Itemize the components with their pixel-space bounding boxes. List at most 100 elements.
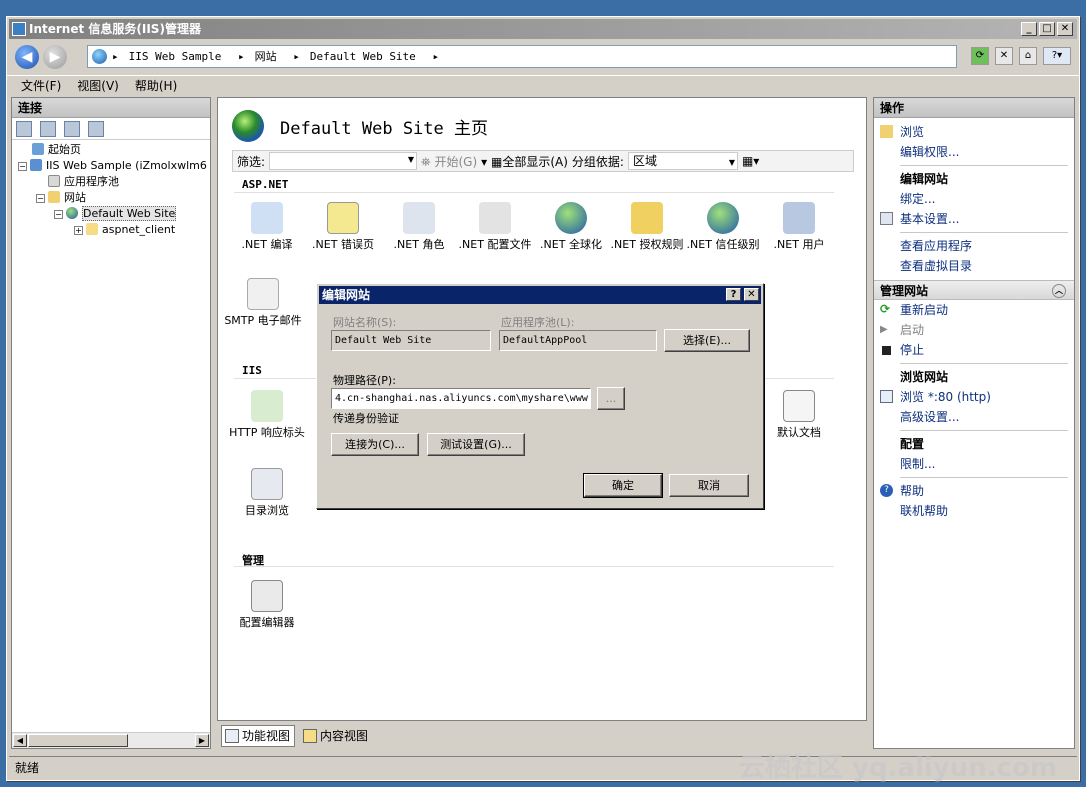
dialog-close-button[interactable]: ✕ — [744, 288, 759, 301]
filter-input[interactable]: ▼ — [269, 152, 418, 170]
action-restart[interactable]: ⟳ 重新启动 — [874, 300, 1074, 320]
browse-path-button[interactable]: ... — [597, 387, 625, 410]
folder-icon — [86, 223, 98, 235]
help-dropdown-icon[interactable]: ?▾ — [1043, 47, 1071, 65]
collapse-icon[interactable]: − — [36, 194, 45, 203]
forward-button[interactable]: ▶ — [43, 45, 67, 69]
expand-icon[interactable]: + — [74, 226, 83, 235]
menu-help[interactable]: 帮助(H) — [135, 76, 177, 97]
groupby-select[interactable]: 区域 ▼ — [627, 152, 738, 170]
scroll-left-icon[interactable]: ◀ — [13, 734, 27, 747]
feature-net-profile[interactable]: .NET 配置文件 — [456, 202, 534, 251]
address-bar[interactable]: ▸ IIS Web Sample ▸ 网站 ▸ Default Web Site ▸ — [87, 45, 957, 68]
browse-site-heading: 浏览网站 — [900, 370, 949, 384]
action-online-help[interactable]: 联机帮助 — [874, 501, 1074, 521]
app-pool-field: DefaultAppPool — [499, 330, 657, 351]
directory-browse-icon — [251, 468, 283, 500]
menu-file[interactable]: 文件(F) — [21, 76, 61, 97]
action-help[interactable]: ? 帮助 — [874, 481, 1074, 501]
tab-features-view[interactable]: 功能视图 — [221, 725, 296, 747]
tree-node-server[interactable]: − IIS Web Sample (iZmolxwlm6 — [12, 158, 210, 174]
refresh-icon[interactable]: ⟳ — [971, 47, 989, 65]
action-bindings[interactable]: 绑定... — [874, 189, 1074, 209]
tree-label: aspnet_client — [102, 223, 176, 236]
delete-connection-icon[interactable] — [88, 120, 104, 137]
menu-view[interactable]: 视图(V) — [77, 76, 119, 97]
tree-node-sites[interactable]: − 网站 — [12, 190, 210, 206]
maximize-button[interactable]: □ — [1039, 22, 1055, 36]
breadcrumb-site[interactable]: Default Web Site — [310, 50, 416, 63]
feature-net-authorization[interactable]: .NET 授权规则 — [608, 202, 686, 251]
breadcrumb-sites[interactable]: 网站 — [255, 50, 277, 63]
collapse-icon[interactable]: − — [54, 210, 63, 219]
iis-app-icon — [12, 22, 26, 36]
go-button[interactable]: ⛯ 开始(G) — [421, 153, 477, 170]
view-mode-icon[interactable]: ▦▾ — [742, 154, 759, 168]
tree-node-apppools[interactable]: 应用程序池 — [12, 174, 210, 190]
select-app-pool-button[interactable]: 选择(E)... — [664, 329, 750, 352]
tree-node-default-site[interactable]: − Default Web Site — [12, 206, 210, 222]
tree-label: IIS Web Sample (iZmolxwlm6 — [46, 159, 207, 172]
feature-net-error-pages[interactable]: .NET 错误页 — [304, 202, 382, 251]
physical-path-label: 物理路径(P): — [333, 374, 396, 387]
breadcrumb-server[interactable]: IIS Web Sample — [129, 50, 222, 63]
feature-net-users[interactable]: .NET 用户 — [760, 202, 838, 251]
action-edit-permissions[interactable]: 编辑权限... — [874, 142, 1074, 162]
action-limits[interactable]: 限制... — [874, 454, 1074, 474]
action-advanced-settings[interactable]: 高级设置... — [874, 407, 1074, 427]
cancel-button[interactable]: 取消 — [669, 474, 749, 497]
scroll-right-icon[interactable]: ▶ — [195, 734, 209, 747]
site-name-label: 网站名称(S): — [333, 316, 397, 329]
feature-directory-browsing[interactable]: 目录浏览 — [228, 468, 306, 517]
actions-panel: 操作 浏览 编辑权限... 编辑网站 绑定... 基本设置... 查看应用程序 … — [873, 97, 1075, 749]
scroll-thumb[interactable] — [28, 734, 128, 747]
feature-label: 默认文档 — [777, 426, 821, 439]
action-view-apps[interactable]: 查看应用程序 — [874, 236, 1074, 256]
breadcrumb-arrow: ▸ — [432, 50, 440, 63]
feature-net-roles[interactable]: .NET 角色 — [380, 202, 458, 251]
feature-default-document[interactable]: 默认文档 — [760, 390, 838, 439]
show-all-button[interactable]: ▾ ▦全部显示(A) — [481, 153, 568, 170]
settings-icon — [880, 212, 893, 225]
save-icon[interactable] — [40, 120, 56, 137]
action-view-vdirs[interactable]: 查看虚拟目录 — [874, 256, 1074, 276]
close-button[interactable]: ✕ — [1057, 22, 1073, 36]
tab-content-view[interactable]: 内容视图 — [299, 725, 373, 747]
feature-label: .NET 授权规则 — [610, 238, 684, 251]
feature-smtp[interactable]: SMTP 电子邮件 — [224, 278, 302, 327]
action-label: 查看虚拟目录 — [900, 259, 973, 273]
back-button[interactable]: ◀ — [15, 45, 39, 69]
test-settings-button[interactable]: 测试设置(G)... — [427, 433, 525, 456]
connect-as-button[interactable]: 连接为(C)... — [331, 433, 419, 456]
tree-label: 网站 — [64, 191, 86, 204]
action-basic-settings[interactable]: 基本设置... — [874, 209, 1074, 229]
feature-net-trust-levels[interactable]: .NET 信任级别 — [684, 202, 762, 251]
dialog-help-button[interactable]: ? — [726, 288, 741, 301]
horizontal-scrollbar[interactable]: ◀ ▶ — [12, 732, 210, 748]
action-start[interactable]: ▶ 启动 — [874, 320, 1074, 340]
minimize-button[interactable]: _ — [1021, 22, 1037, 36]
action-label: 基本设置... — [900, 212, 960, 226]
feature-net-globalization[interactable]: .NET 全球化 — [532, 202, 610, 251]
collapse-icon[interactable]: − — [18, 162, 27, 171]
feature-net-compilation[interactable]: .NET 编译 — [228, 202, 306, 251]
feature-http-response-headers[interactable]: HTTP 响应标头 — [228, 390, 306, 439]
connect-icon[interactable] — [16, 120, 32, 137]
action-browse[interactable]: 浏览 — [874, 122, 1074, 142]
collapse-chevron-icon[interactable]: ︿ — [1052, 284, 1066, 298]
dropdown-arrow-icon: ▼ — [728, 158, 735, 167]
action-stop[interactable]: 停止 — [874, 340, 1074, 360]
action-label: 浏览 — [900, 125, 925, 139]
action-browse-80[interactable]: 浏览 *:80 (http) — [874, 387, 1074, 407]
physical-path-input[interactable]: 4.cn-shanghai.nas.aliyuncs.com\myshare\w… — [331, 388, 591, 409]
home-icon[interactable]: ⌂ — [1019, 47, 1037, 65]
group-aspnet: ASP.NET — [242, 178, 289, 191]
stop-icon[interactable]: ✕ — [995, 47, 1013, 65]
ok-button[interactable]: 确定 — [583, 473, 663, 498]
manage-site-section[interactable]: 管理网站 ︿ — [874, 280, 1074, 300]
tree-node-aspnet-client[interactable]: + aspnet_client — [12, 222, 210, 238]
tree-node-start[interactable]: 起始页 — [12, 142, 210, 158]
up-folder-icon[interactable] — [64, 120, 80, 137]
feature-config-editor[interactable]: 配置编辑器 — [228, 580, 306, 629]
dialog-title-bar: 编辑网站 ? ✕ — [319, 286, 761, 304]
